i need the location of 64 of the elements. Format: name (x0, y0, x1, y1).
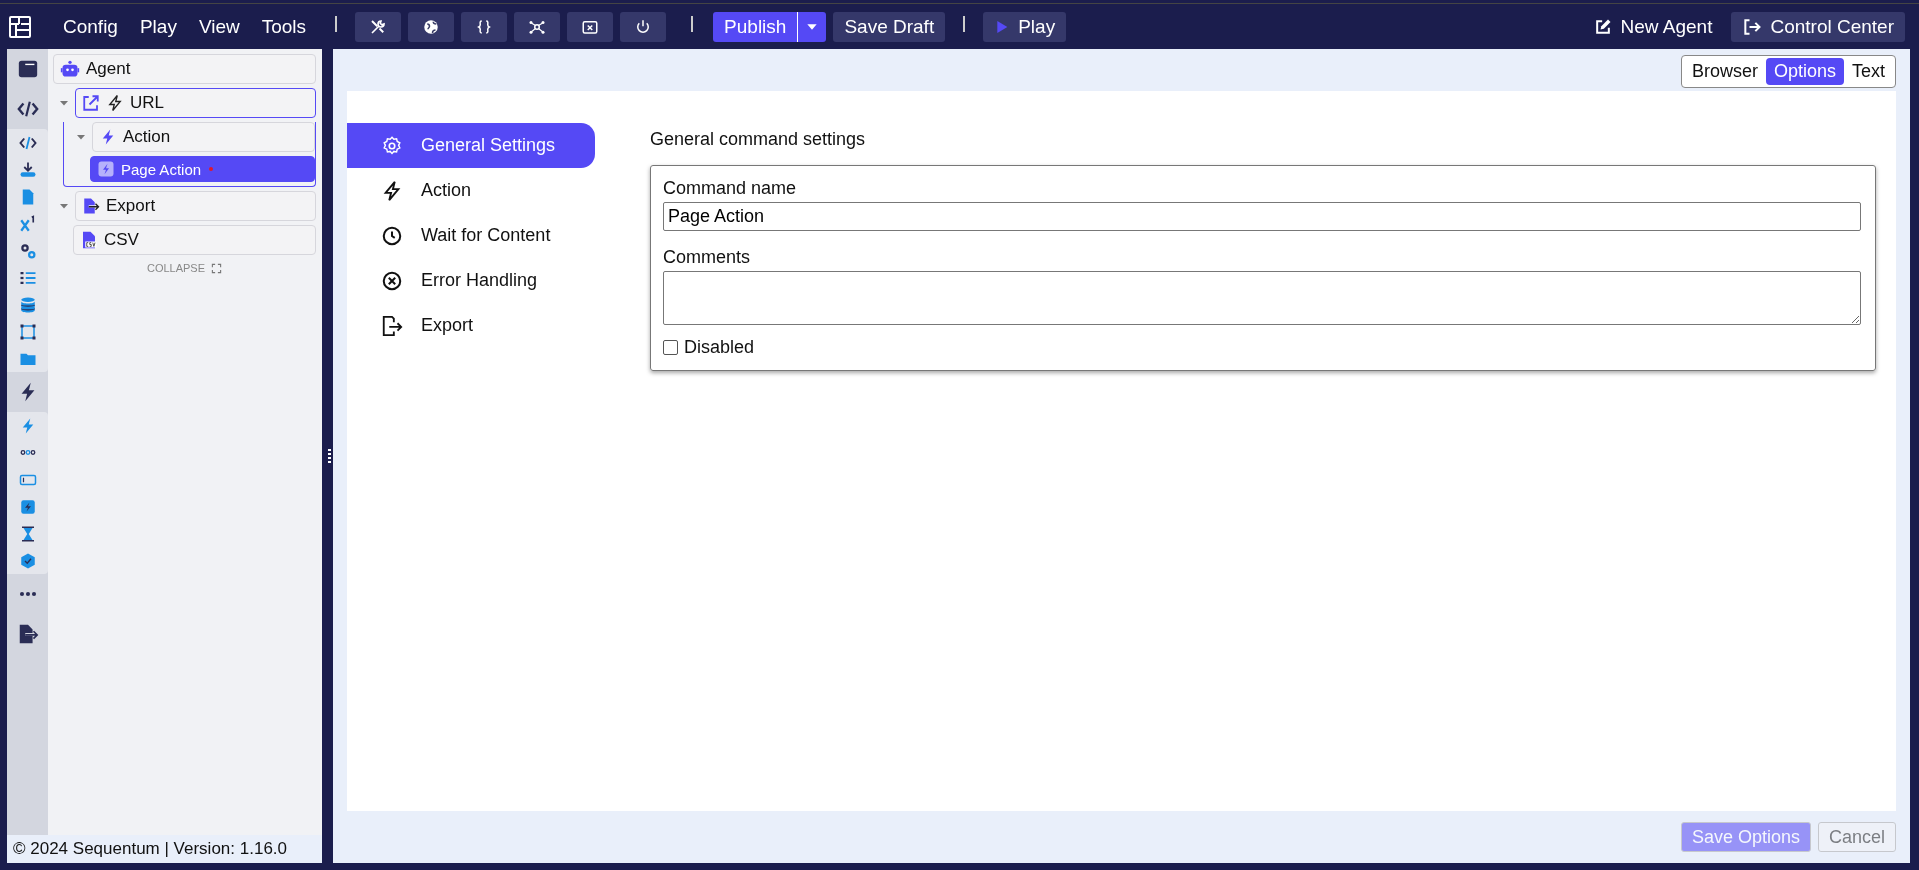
sign-out-icon (1742, 16, 1763, 37)
file-export-icon (82, 197, 100, 215)
settings-nav-item[interactable]: General Settings (347, 123, 595, 168)
menu-item[interactable]: Play (128, 15, 188, 38)
csv-file-icon (80, 231, 98, 249)
gear-icon (381, 134, 403, 157)
control-center-button[interactable]: Control Center (1731, 11, 1905, 42)
toolbar-button[interactable] (567, 11, 614, 42)
command-name-field[interactable]: Page Action (663, 202, 1861, 231)
bolt-square-icon (97, 160, 115, 178)
bolt-square-icon (18, 497, 37, 516)
view-tab[interactable]: Options (1765, 58, 1844, 85)
modified-dot-icon (209, 167, 214, 171)
tree-node[interactable]: Page Action (90, 156, 315, 182)
settings-nav-item[interactable]: Action (347, 168, 595, 213)
toolbar-button[interactable] (408, 11, 455, 42)
tree-node[interactable]: URL (75, 88, 316, 118)
file-export-icon (381, 314, 403, 337)
publish-dropdown-button[interactable] (797, 11, 827, 42)
section-title: General command settings (650, 129, 867, 150)
toolbar-button[interactable] (355, 11, 402, 42)
settings-nav-item[interactable]: Export (347, 303, 595, 348)
clock-icon (381, 224, 403, 247)
view-tab[interactable]: Text (1844, 58, 1893, 85)
dots-icon (18, 450, 37, 455)
error-circle-icon (381, 269, 403, 292)
splitter-handle[interactable] (327, 449, 331, 463)
menu-item[interactable]: View (187, 15, 251, 38)
toolbar-button[interactable] (461, 11, 508, 42)
robot-icon (60, 59, 80, 79)
check-badge-icon (18, 551, 37, 570)
tree-node[interactable]: Action (92, 122, 315, 152)
new-agent-button[interactable]: New Agent (1581, 11, 1724, 42)
tools-icon (369, 17, 388, 36)
database-icon (18, 295, 37, 314)
tree-node[interactable]: Agent (53, 54, 316, 84)
settings-nav-item[interactable]: Error Handling (347, 258, 595, 303)
settings-nav-item[interactable]: Wait for Content (347, 213, 595, 258)
save-draft-button[interactable]: Save Draft (833, 11, 946, 42)
variable-icon (18, 214, 37, 233)
window-icon (16, 58, 39, 80)
field-label: Command name (663, 178, 798, 199)
selection-icon (18, 322, 37, 341)
expand-icon (211, 262, 223, 274)
logo-icon (8, 14, 32, 39)
bolt-outline-icon (106, 94, 124, 112)
globe-icon (422, 17, 441, 36)
toolbar-button[interactable] (514, 11, 561, 42)
play-button[interactable]: Play (983, 11, 1067, 42)
download-icon (18, 160, 37, 179)
checkbox-label: Disabled (684, 337, 755, 358)
bolt-outline-icon (381, 179, 403, 202)
comments-field[interactable] (663, 271, 1861, 325)
field-label: Comments (663, 247, 752, 268)
tree-node[interactable]: Export (75, 191, 316, 221)
menu-item[interactable]: Config (52, 15, 129, 38)
publish-button[interactable]: Publish (713, 11, 798, 42)
view-tab[interactable]: Browser (1683, 58, 1766, 85)
checkbox[interactable] (663, 340, 678, 355)
toolbar-button[interactable] (620, 11, 667, 42)
tree-node[interactable]: CSV (73, 225, 316, 255)
gears-icon (18, 241, 37, 260)
menu-item[interactable]: Tools (250, 15, 318, 38)
copyright-text: © 2024 Sequentum | Version: 1.16.0 (7, 835, 322, 863)
